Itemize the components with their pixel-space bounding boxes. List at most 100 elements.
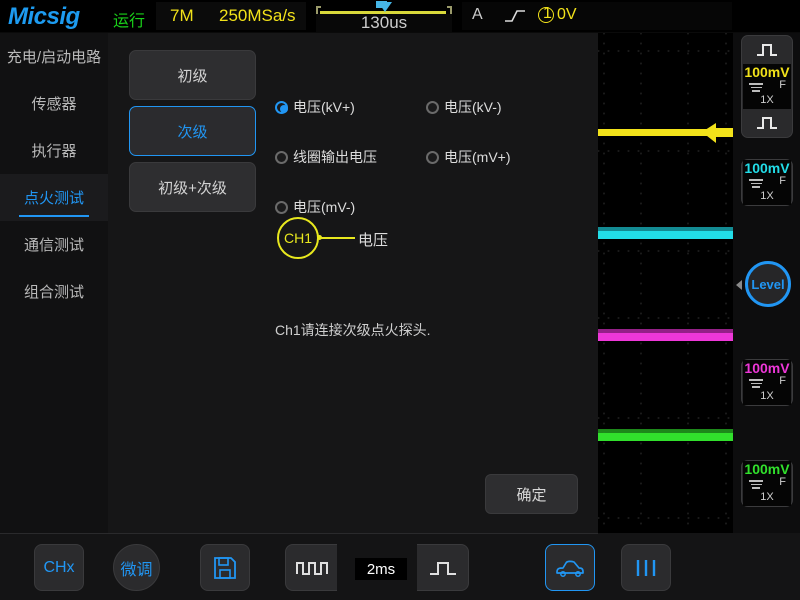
waveform-display[interactable] bbox=[598, 33, 733, 533]
connection-signal-label: 电压 bbox=[358, 232, 389, 249]
channel-node-label: CH1 bbox=[283, 230, 312, 246]
segment-label: 次级 bbox=[177, 123, 208, 141]
channel-panel-ch4[interactable]: 100mV F 1X bbox=[741, 460, 793, 507]
trigger-source-label: A bbox=[472, 6, 483, 23]
sidebar-item-label: 组合测试 bbox=[23, 284, 84, 301]
ch4-readout: 100mV F 1X bbox=[743, 461, 791, 506]
ignition-test-panel: 初级 次级 初级+次级 电压(kV+) 电压(kV-) 线圈输出电压 电压(mV… bbox=[108, 33, 598, 533]
ch3-probe-ratio: 1X bbox=[760, 390, 774, 402]
bottom-toolbar: CHx 微调 2ms bbox=[0, 533, 800, 600]
ch1-readout: 100mV F 1X bbox=[743, 64, 791, 109]
segment-primary-plus-secondary[interactable]: 初级+次级 bbox=[129, 162, 256, 212]
channel-panel-ch3[interactable]: 100mV F 1X bbox=[741, 359, 793, 406]
ch1-probe-ratio: 1X bbox=[760, 94, 774, 106]
oscilloscope-screen: Micsig 运行 7M 250MSa/s 130us A 1 0V 充电/启动… bbox=[0, 0, 800, 600]
top-status-bar: Micsig 运行 7M 250MSa/s 130us A 1 0V bbox=[0, 0, 800, 32]
ch3-scale-value: 100mV bbox=[744, 360, 790, 376]
radio-voltage-kv-minus[interactable]: 电压(kV-) bbox=[426, 97, 502, 117]
ch4-coupling-icon bbox=[749, 480, 763, 491]
segment-primary[interactable]: 初级 bbox=[129, 50, 256, 100]
save-button[interactable] bbox=[200, 544, 250, 591]
instruction-text: Ch1请连接次级点火探头. bbox=[275, 322, 431, 338]
acquisition-info[interactable]: 7M 250MSa/s bbox=[156, 2, 306, 30]
radio-dot-icon bbox=[426, 100, 439, 114]
trace-ch2-noise bbox=[598, 227, 733, 231]
sidebar-item-ignition-test[interactable]: 点火测试 bbox=[0, 174, 108, 221]
three-bars-icon bbox=[636, 559, 656, 576]
radio-dot-icon bbox=[275, 200, 288, 214]
trigger-level-knob[interactable]: Level bbox=[745, 261, 791, 307]
automotive-mode-button[interactable] bbox=[545, 544, 595, 591]
pulse-icon bbox=[757, 44, 777, 56]
ch3-readout: 100mV F 1X bbox=[743, 360, 791, 405]
rising-edge-icon bbox=[505, 10, 525, 22]
sidebar-item-label: 点火测试 bbox=[23, 190, 84, 207]
brand-logo: Micsig bbox=[8, 3, 80, 30]
connection-line bbox=[319, 237, 355, 239]
sample-rate-value: 250MSa/s bbox=[219, 6, 296, 25]
trigger-level-value: 0V bbox=[557, 6, 577, 23]
confirm-button[interactable]: 确定 bbox=[485, 474, 578, 514]
segment-label: 初级 bbox=[177, 67, 208, 85]
measure-menu-button[interactable] bbox=[621, 544, 671, 591]
ch4-scale-value: 100mV bbox=[744, 461, 790, 477]
ch2-coupling-icon bbox=[749, 179, 763, 190]
active-indicator bbox=[19, 215, 89, 217]
fine-adjust-button[interactable]: 微调 bbox=[113, 544, 160, 591]
channel-panel-ch2[interactable]: 100mV F 1X bbox=[741, 159, 793, 206]
car-icon bbox=[556, 559, 584, 577]
radio-dot-icon bbox=[426, 150, 439, 164]
sidebar-item-label: 传感器 bbox=[31, 96, 77, 113]
sidebar-item-communication-test[interactable]: 通信测试 bbox=[0, 221, 108, 268]
radio-coil-output-voltage[interactable]: 线圈输出电压 bbox=[275, 147, 377, 167]
sidebar-item-combined-test[interactable]: 组合测试 bbox=[0, 268, 108, 315]
channel-panel-ch1[interactable]: 100mV F 1X bbox=[741, 35, 793, 138]
trigger-channel-number: 1 bbox=[543, 5, 552, 22]
level-label: Level bbox=[751, 276, 785, 292]
trace-ch3 bbox=[598, 333, 733, 341]
pulse-train-icon bbox=[295, 561, 328, 575]
trigger-position-arrow-icon bbox=[378, 2, 392, 12]
radio-dot-icon bbox=[275, 100, 288, 114]
radio-voltage-kv-plus[interactable]: 电压(kV+) bbox=[275, 97, 355, 117]
ch1-coupling-label: F bbox=[779, 79, 786, 91]
single-pulse-icon bbox=[429, 561, 456, 575]
channel-selector-button[interactable]: CHx bbox=[34, 544, 84, 591]
sidebar-item-charging-circuit[interactable]: 充电/启动电路 bbox=[0, 33, 108, 80]
ch2-probe-ratio: 1X bbox=[760, 190, 774, 202]
level-pointer-icon bbox=[736, 280, 742, 290]
segment-secondary[interactable]: 次级 bbox=[129, 106, 256, 156]
ch2-readout: 100mV F 1X bbox=[743, 160, 791, 205]
timebase-position-value: 130us bbox=[316, 14, 452, 32]
channel-rail: 100mV F 1X 100mV F 1X Level 100mV F 1X 1… bbox=[733, 33, 800, 533]
ch1-pulse-down-button[interactable] bbox=[742, 109, 792, 137]
radio-voltage-mv-plus[interactable]: 电压(mV+) bbox=[426, 147, 511, 167]
category-sidebar: 充电/启动电路 传感器 执行器 点火测试 通信测试 组合测试 bbox=[0, 33, 108, 533]
trigger-info[interactable]: A 1 0V bbox=[462, 2, 732, 30]
acquire-mode-button[interactable] bbox=[285, 544, 337, 591]
single-pulse-button[interactable] bbox=[417, 544, 469, 591]
timebase-value[interactable]: 2ms bbox=[355, 558, 407, 580]
confirm-label: 确定 bbox=[516, 486, 547, 504]
sidebar-item-label: 通信测试 bbox=[23, 237, 84, 254]
channel-node-icon: CH1 bbox=[277, 217, 319, 259]
fine-label: 微调 bbox=[120, 561, 153, 579]
sidebar-item-sensor[interactable]: 传感器 bbox=[0, 80, 108, 127]
run-state-label[interactable]: 运行 bbox=[113, 7, 145, 31]
ch3-coupling-icon bbox=[749, 379, 763, 390]
segment-label: 初级+次级 bbox=[158, 179, 227, 197]
trace-ch3-noise bbox=[598, 329, 733, 333]
trace-ch4 bbox=[598, 433, 733, 441]
memory-depth-value: 7M bbox=[170, 6, 194, 25]
sidebar-item-label: 执行器 bbox=[31, 143, 77, 160]
trace-ch4-noise bbox=[598, 429, 733, 433]
radio-label: 电压(kV-) bbox=[444, 99, 502, 115]
chx-label: CHx bbox=[43, 558, 75, 576]
toolbar-divider bbox=[0, 533, 598, 534]
ch1-scale-value: 100mV bbox=[744, 64, 790, 80]
ch3-coupling-label: F bbox=[779, 375, 786, 387]
pulse-icon bbox=[757, 117, 777, 129]
radio-voltage-mv-minus[interactable]: 电压(mV-) bbox=[275, 197, 355, 217]
sidebar-item-actuator[interactable]: 执行器 bbox=[0, 127, 108, 174]
ch1-pulse-up-button[interactable] bbox=[742, 36, 792, 64]
